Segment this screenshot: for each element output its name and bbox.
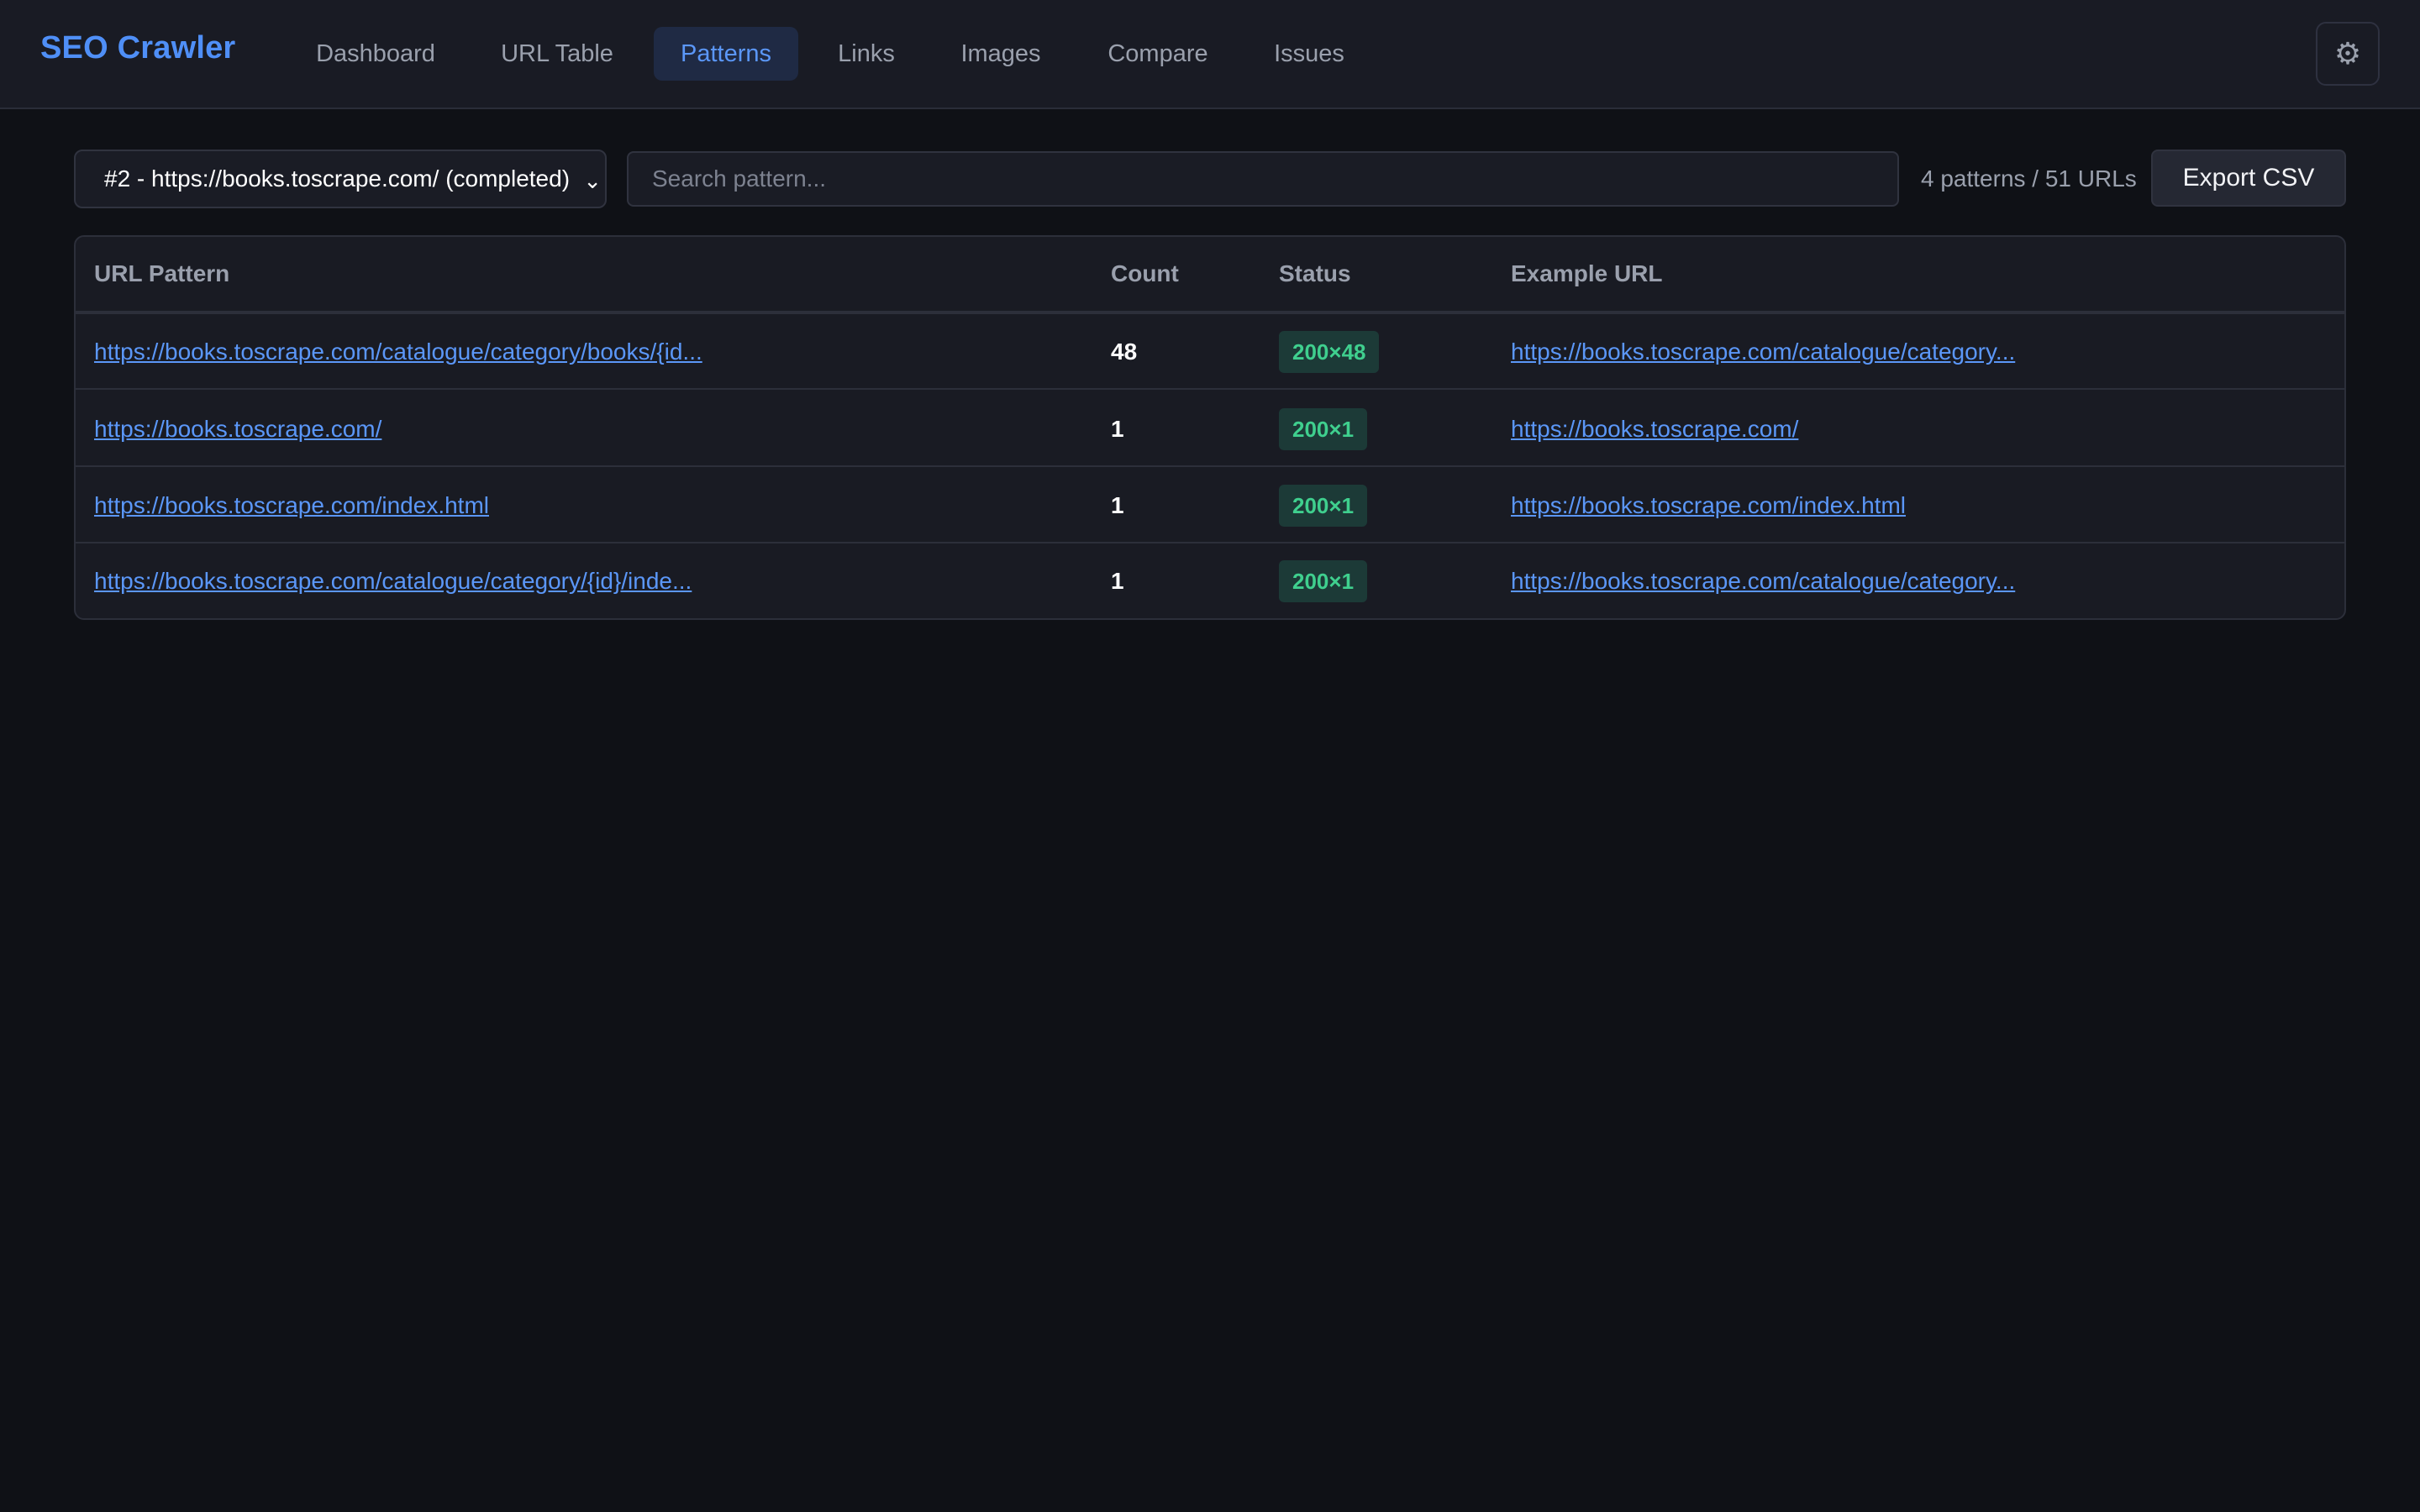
tab-url-table[interactable]: URL Table xyxy=(477,27,637,81)
tab-dashboard[interactable]: Dashboard xyxy=(289,27,462,81)
gear-icon: ⚙ xyxy=(2333,36,2362,71)
top-bar: SEO Crawler Dashboard URL Table Patterns… xyxy=(0,0,2420,109)
table-row: https://books.toscrape.com/catalogue/cat… xyxy=(76,314,2344,390)
count-value: 1 xyxy=(1111,492,1124,518)
column-header-count[interactable]: Count xyxy=(1111,237,1179,311)
status-badge: 200×48 xyxy=(1279,331,1380,373)
status-badge: 200×1 xyxy=(1279,408,1368,450)
tab-links[interactable]: Links xyxy=(815,27,918,81)
crawl-run-select-value: #2 - https://books.toscrape.com/ (comple… xyxy=(104,165,571,192)
table-header: URL Pattern Count Status Example URL xyxy=(76,237,2344,314)
toolbar: #2 - https://books.toscrape.com/ (comple… xyxy=(74,150,2346,208)
status-badge: 200×1 xyxy=(1279,485,1368,527)
count-value: 1 xyxy=(1111,416,1124,442)
crawl-run-select[interactable]: #2 - https://books.toscrape.com/ (comple… xyxy=(74,150,607,208)
patterns-table: URL Pattern Count Status Example URL htt… xyxy=(74,235,2346,620)
example-url-link[interactable]: https://books.toscrape.com/catalogue/cat… xyxy=(1511,568,2015,595)
example-url-link[interactable]: https://books.toscrape.com/ xyxy=(1511,416,1798,443)
column-header-pattern[interactable]: URL Pattern xyxy=(94,237,229,311)
pattern-link[interactable]: https://books.toscrape.com/catalogue/cat… xyxy=(94,568,692,595)
pattern-link[interactable]: https://books.toscrape.com/ xyxy=(94,416,381,443)
tab-patterns[interactable]: Patterns xyxy=(654,27,798,81)
tab-compare[interactable]: Compare xyxy=(1084,27,1232,81)
column-header-status[interactable]: Status xyxy=(1279,237,1351,311)
column-header-example[interactable]: Example URL xyxy=(1511,237,1663,311)
settings-button[interactable]: ⚙ xyxy=(2316,22,2380,86)
export-csv-button[interactable]: Export CSV xyxy=(2151,150,2346,207)
count-value: 1 xyxy=(1111,568,1124,594)
chevron-down-icon: ⌄ xyxy=(583,168,602,193)
table-row: https://books.toscrape.com/catalogue/cat… xyxy=(76,543,2344,618)
tab-images[interactable]: Images xyxy=(934,27,1067,81)
pattern-link[interactable]: https://books.toscrape.com/catalogue/cat… xyxy=(94,339,702,365)
pattern-summary: 4 patterns / 51 URLs xyxy=(1921,165,2137,192)
table-row: https://books.toscrape.com/ 1 200×1 http… xyxy=(76,391,2344,467)
pattern-link[interactable]: https://books.toscrape.com/index.html xyxy=(94,492,489,519)
table-row: https://books.toscrape.com/index.html 1 … xyxy=(76,468,2344,543)
search-input[interactable] xyxy=(627,151,1899,207)
status-badge: 200×1 xyxy=(1279,560,1368,602)
main-nav: Dashboard URL Table Patterns Links Image… xyxy=(0,27,2420,81)
count-value: 48 xyxy=(1111,339,1138,365)
example-url-link[interactable]: https://books.toscrape.com/index.html xyxy=(1511,492,1906,519)
tab-issues[interactable]: Issues xyxy=(1249,27,1370,81)
example-url-link[interactable]: https://books.toscrape.com/catalogue/cat… xyxy=(1511,339,2015,365)
